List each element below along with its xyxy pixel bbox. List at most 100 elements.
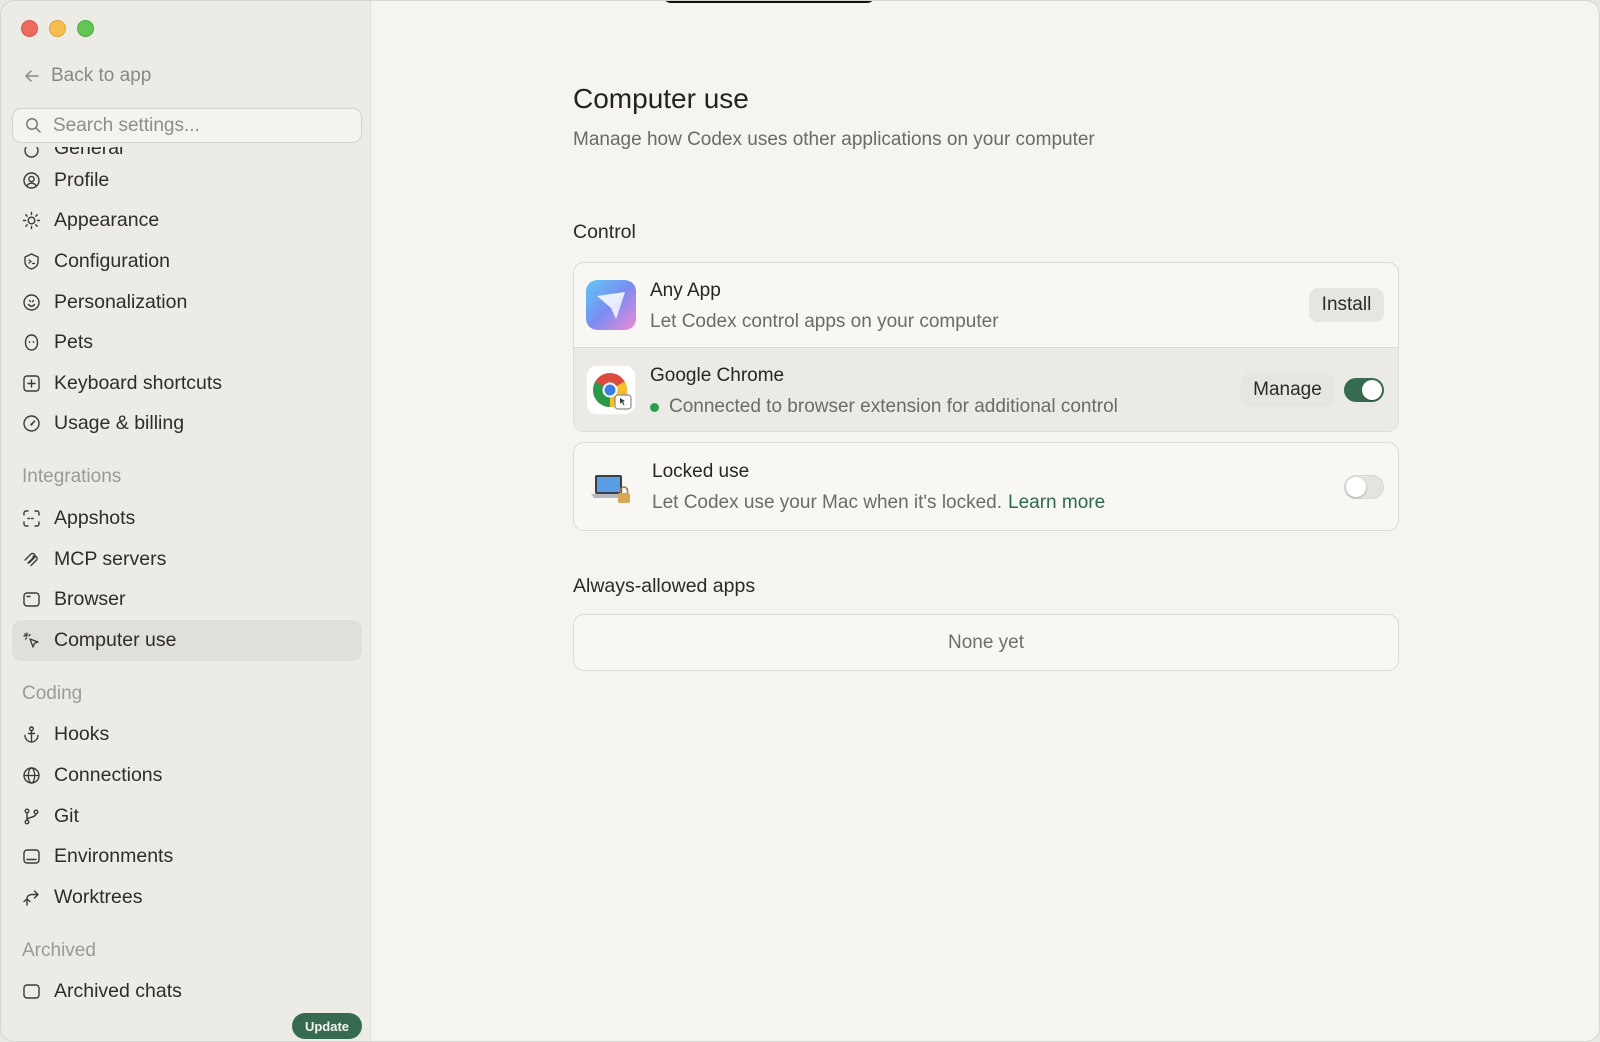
sidebar-item-label: MCP servers	[54, 547, 167, 570]
chrome-toggle[interactable]	[1344, 378, 1384, 402]
locked-use-card: Locked use Let Codex use your Mac when i…	[573, 442, 1399, 531]
search-settings-field[interactable]	[12, 108, 362, 143]
minimize-window-button[interactable]	[49, 20, 66, 37]
sidebar-item-label: General	[54, 147, 124, 159]
status-dot-icon	[650, 402, 659, 412]
sidebar-item-computer-use[interactable]: Computer use	[12, 619, 362, 661]
toggle-knob	[1362, 380, 1382, 400]
locked-use-title: Locked use	[652, 461, 750, 482]
sidebar-item-label: Keyboard shortcuts	[54, 371, 223, 394]
control-heading: Control	[573, 221, 636, 243]
any-app-title: Any App	[650, 280, 721, 301]
any-app-description: Let Codex control apps on your computer	[650, 311, 999, 332]
empty-state-text: None yet	[947, 631, 1025, 653]
sidebar-item-label: Hooks	[54, 723, 110, 746]
chrome-status: Connected to browser extension for addit…	[650, 396, 1118, 418]
cursor-click-icon	[23, 632, 39, 648]
close-window-button[interactable]	[21, 20, 38, 37]
chrome-status-text: Connected to browser extension for addit…	[669, 396, 1118, 417]
keyboard-icon	[23, 375, 40, 392]
manage-button[interactable]: Manage	[1241, 373, 1334, 407]
any-app-row: Any App Let Codex control apps on your c…	[574, 263, 1398, 347]
sidebar-item-browser[interactable]: Browser	[12, 579, 362, 620]
search-icon	[26, 118, 41, 133]
sidebar-item-label: Archived chats	[54, 980, 182, 1001]
profile-icon	[23, 172, 40, 189]
control-card: Any App Let Codex control apps on your c…	[573, 262, 1399, 432]
worktree-icon	[23, 890, 39, 906]
sidebar-item-label: Pets	[54, 331, 94, 354]
sidebar-item-label: Usage & billing	[54, 412, 185, 435]
sidebar-item-label: Profile	[54, 168, 110, 191]
window-controls	[21, 20, 94, 37]
sidebar-item-worktrees[interactable]: Worktrees	[12, 877, 362, 918]
nav-group-coding: Coding	[22, 682, 83, 704]
sidebar-item-archived-chats[interactable]: Archived chats	[12, 972, 362, 1001]
toggle-knob	[1346, 477, 1366, 497]
search-input[interactable]	[53, 114, 343, 137]
sidebar-item-appshots[interactable]: Appshots	[12, 498, 362, 539]
locked-use-description: Let Codex use your Mac when it's locked.	[652, 492, 1003, 513]
sidebar-item-label: Browser	[54, 588, 126, 611]
sidebar-item-usage-billing[interactable]: Usage & billing	[12, 404, 362, 445]
sidebar-item-label: Appshots	[54, 506, 136, 529]
settings-window: Back to app General Profile Appearance	[0, 0, 1600, 1042]
sidebar-item-label: Appearance	[54, 209, 160, 232]
sidebar-item-label: Environments	[54, 845, 174, 868]
globe-icon	[23, 767, 40, 784]
configuration-icon	[24, 253, 39, 270]
codex-app-icon	[586, 280, 636, 330]
main-content: Computer use Manage how Codex uses other…	[372, 1, 1599, 1041]
archive-icon	[23, 984, 40, 999]
settings-nav: General Profile Appearance Configuration…	[12, 147, 362, 1001]
anchor-icon	[24, 726, 39, 744]
install-button[interactable]: Install	[1309, 288, 1384, 322]
sidebar-item-git[interactable]: Git	[12, 796, 362, 837]
learn-more-link[interactable]: Learn more	[1008, 492, 1105, 514]
arrow-left-icon	[25, 70, 39, 82]
chrome-icon	[586, 365, 636, 415]
laptop-lock-icon	[591, 475, 630, 503]
gauge-icon	[23, 415, 40, 433]
sidebar: Back to app General Profile Appearance	[1, 1, 371, 1041]
sidebar-item-hooks[interactable]: Hooks	[12, 715, 362, 756]
pet-icon	[24, 334, 39, 351]
sun-icon	[22, 212, 41, 230]
nav-group-archived: Archived	[22, 939, 96, 961]
always-allowed-list: None yet	[573, 614, 1399, 671]
personalization-icon	[23, 293, 40, 311]
sidebar-item-keyboard-shortcuts[interactable]: Keyboard shortcuts	[12, 363, 362, 404]
page-title: Computer use	[573, 83, 749, 114]
sidebar-item-label: Git	[54, 804, 79, 827]
locked-use-subtitle: Let Codex use your Mac when it's locked.…	[652, 492, 1105, 514]
sidebar-item-pets[interactable]: Pets	[12, 322, 362, 363]
locked-use-row: Locked use Let Codex use your Mac when i…	[574, 443, 1398, 530]
nav-group-integrations: Integrations	[22, 466, 122, 488]
sidebar-item-connections[interactable]: Connections	[12, 755, 362, 796]
sidebar-item-general[interactable]: General	[12, 147, 362, 160]
sidebar-item-label: Worktrees	[54, 885, 143, 908]
always-allowed-heading: Always-allowed apps	[573, 575, 756, 597]
any-app-subtitle: Let Codex control apps on your computer	[650, 311, 999, 333]
appshots-icon	[23, 510, 40, 527]
sidebar-item-label: Configuration	[54, 249, 170, 272]
back-to-app-link[interactable]: Back to app	[23, 65, 151, 87]
chrome-title: Google Chrome	[650, 365, 785, 386]
sidebar-item-mcp-servers[interactable]: MCP servers	[12, 539, 362, 580]
settings-icon	[24, 147, 39, 158]
locked-use-toggle[interactable]	[1344, 475, 1384, 499]
git-branch-icon	[24, 808, 39, 825]
sidebar-item-label: Connections	[54, 763, 163, 786]
sidebar-item-appearance[interactable]: Appearance	[12, 201, 362, 242]
sidebar-item-label: Computer use	[54, 628, 177, 651]
mcp-icon	[24, 552, 38, 566]
zoom-window-button[interactable]	[77, 20, 94, 37]
google-chrome-row: Google Chrome Connected to browser exten…	[574, 347, 1398, 431]
sidebar-item-label: Personalization	[54, 290, 188, 313]
update-button[interactable]: Update	[292, 1013, 362, 1039]
sidebar-item-profile[interactable]: Profile	[12, 160, 362, 201]
sidebar-item-environments[interactable]: Environments	[12, 836, 362, 877]
back-label: Back to app	[51, 65, 152, 86]
sidebar-item-personalization[interactable]: Personalization	[12, 282, 362, 323]
sidebar-item-configuration[interactable]: Configuration	[12, 241, 362, 282]
